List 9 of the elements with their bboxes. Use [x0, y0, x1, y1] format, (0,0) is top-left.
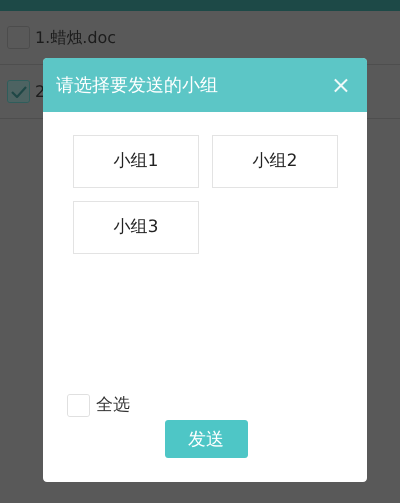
file-checkbox[interactable]	[7, 80, 30, 103]
select-all-label: 全选	[96, 394, 130, 416]
dialog-title: 请选择要发送的小组	[56, 74, 218, 98]
check-icon	[10, 86, 26, 98]
group-option[interactable]: 小组1	[73, 135, 199, 188]
group-option[interactable]: 小组2	[212, 135, 338, 188]
group-option[interactable]: 小组3	[73, 201, 199, 254]
file-name: 1.蜡烛.doc	[35, 26, 116, 48]
select-all-checkbox[interactable]	[67, 394, 90, 417]
